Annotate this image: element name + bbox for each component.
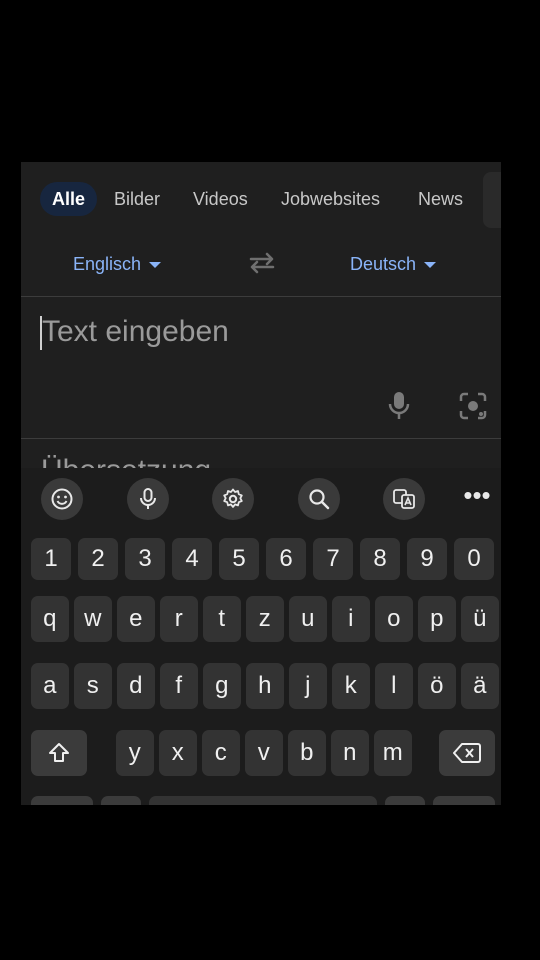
key-2[interactable]: 2	[78, 538, 118, 580]
tab-bilder[interactable]: Bilder	[114, 182, 160, 216]
target-language-label: Deutsch	[350, 254, 417, 274]
key-b[interactable]: b	[288, 730, 326, 776]
key-5[interactable]: 5	[219, 538, 259, 580]
enter-key[interactable]	[433, 796, 495, 805]
key-ä[interactable]: ä	[461, 663, 499, 709]
source-language-selector[interactable]: Englisch	[73, 250, 162, 278]
key-i[interactable]: i	[332, 596, 370, 642]
key-o[interactable]: o	[375, 596, 413, 642]
tab-alle[interactable]: Alle	[40, 182, 98, 216]
period-key[interactable]	[385, 796, 425, 805]
key-x[interactable]: x	[159, 730, 197, 776]
key-a[interactable]: a	[31, 663, 69, 709]
key-f[interactable]: f	[160, 663, 198, 709]
divider	[21, 438, 501, 439]
key-9[interactable]: 9	[407, 538, 447, 580]
key-k[interactable]: k	[332, 663, 370, 709]
dropdown-arrow-icon	[149, 262, 162, 269]
tab-jobwebsites[interactable]: Jobwebsites	[281, 182, 380, 216]
emoji-icon[interactable]	[41, 478, 83, 520]
key-z[interactable]: z	[246, 596, 284, 642]
key-w[interactable]: w	[74, 596, 112, 642]
symbols-key[interactable]	[31, 796, 93, 805]
key-e[interactable]: e	[117, 596, 155, 642]
source-language-label: Englisch	[73, 254, 142, 274]
key-0[interactable]: 0	[454, 538, 494, 580]
key-7[interactable]: 7	[313, 538, 353, 580]
key-3[interactable]: 3	[125, 538, 165, 580]
key-g[interactable]: g	[203, 663, 241, 709]
key-8[interactable]: 8	[360, 538, 400, 580]
key-h[interactable]: h	[246, 663, 284, 709]
camera-lens-icon[interactable]	[457, 390, 489, 422]
key-s[interactable]: s	[74, 663, 112, 709]
key-d[interactable]: d	[117, 663, 155, 709]
translate-icon[interactable]	[383, 478, 425, 520]
key-r[interactable]: r	[160, 596, 198, 642]
microphone-icon[interactable]	[385, 390, 413, 422]
search-tabs: Alle Bilder Videos Jobwebsites News	[21, 162, 501, 234]
space-key[interactable]	[149, 796, 377, 805]
key-l[interactable]: l	[375, 663, 413, 709]
key-j[interactable]: j	[289, 663, 327, 709]
translate-input[interactable]	[42, 312, 472, 352]
screen: Alle Bilder Videos Jobwebsites News Engl…	[21, 162, 501, 805]
settings-icon[interactable]	[212, 478, 254, 520]
key-6[interactable]: 6	[266, 538, 306, 580]
key-n[interactable]: n	[331, 730, 369, 776]
key-v[interactable]: v	[245, 730, 283, 776]
key-4[interactable]: 4	[172, 538, 212, 580]
tab-videos[interactable]: Videos	[193, 182, 248, 216]
key-y[interactable]: y	[116, 730, 154, 776]
key-q[interactable]: q	[31, 596, 69, 642]
key-1[interactable]: 1	[31, 538, 71, 580]
key-ö[interactable]: ö	[418, 663, 456, 709]
more-icon[interactable]: •••	[457, 480, 497, 516]
comma-key[interactable]	[101, 796, 141, 805]
search-icon[interactable]	[298, 478, 340, 520]
tab-overflow-edge	[483, 172, 501, 228]
dropdown-arrow-icon	[424, 262, 437, 269]
key-m[interactable]: m	[374, 730, 412, 776]
microphone-icon[interactable]	[127, 478, 169, 520]
key-p[interactable]: p	[418, 596, 456, 642]
shift-icon[interactable]	[31, 730, 87, 776]
backspace-icon[interactable]	[439, 730, 495, 776]
swap-languages-icon[interactable]	[247, 248, 277, 278]
divider	[21, 296, 501, 297]
key-t[interactable]: t	[203, 596, 241, 642]
tab-news[interactable]: News	[418, 182, 463, 216]
keyboard: ••• 1234567890 qwertzuiopü asdfghjklöä y…	[21, 468, 501, 805]
target-language-selector[interactable]: Deutsch	[350, 250, 437, 278]
key-ü[interactable]: ü	[461, 596, 499, 642]
key-u[interactable]: u	[289, 596, 327, 642]
key-c[interactable]: c	[202, 730, 240, 776]
